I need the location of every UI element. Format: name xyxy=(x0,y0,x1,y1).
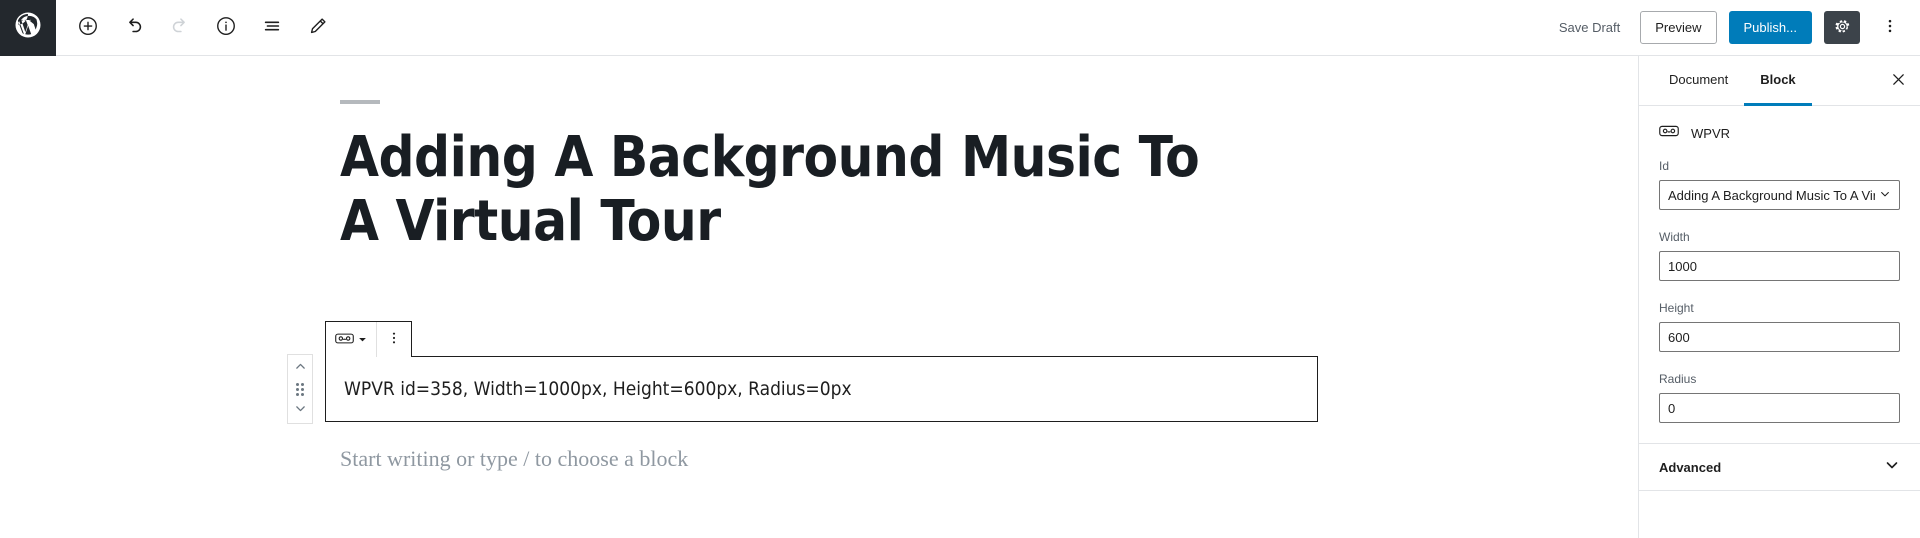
editor-canvas[interactable]: Adding A Background Music To A Virtual T… xyxy=(0,56,1638,538)
undo-icon xyxy=(123,15,145,40)
post-content: Adding A Background Music To A Virtual T… xyxy=(340,56,1340,254)
field-height: Height xyxy=(1659,301,1900,352)
block-type-switcher-button[interactable] xyxy=(326,322,376,357)
post-title[interactable]: Adding A Background Music To A Virtual T… xyxy=(340,126,1220,254)
wordpress-logo-icon xyxy=(13,10,43,45)
width-input[interactable] xyxy=(1659,251,1900,281)
redo-icon xyxy=(169,15,191,40)
vr-goggles-icon xyxy=(1659,124,1679,143)
kebab-menu-icon xyxy=(386,330,402,349)
topbar-actions: Save Draft Preview Publish... xyxy=(1551,10,1920,46)
editor-top-bar: Save Draft Preview Publish... xyxy=(0,0,1920,56)
chevron-down-icon xyxy=(1879,188,1891,203)
add-block-button[interactable] xyxy=(66,6,110,50)
id-select-value: Adding A Background Music To A Virtual T… xyxy=(1668,187,1875,203)
settings-sidebar: Document Block WPVR Id Adding A Backgrou… xyxy=(1638,56,1920,538)
list-view-button[interactable] xyxy=(250,6,294,50)
drag-handle-icon[interactable] xyxy=(296,382,304,396)
field-id-label: Id xyxy=(1659,159,1670,173)
tab-block[interactable]: Block xyxy=(1744,56,1812,106)
block-mover xyxy=(287,354,313,424)
wpvr-block[interactable]: WPVR id=358, Width=1000px, Height=600px,… xyxy=(325,356,1318,422)
vr-goggles-icon xyxy=(335,331,354,349)
move-down-button[interactable] xyxy=(288,400,312,420)
block-settings-panel: Id Adding A Background Music To A Virtua… xyxy=(1639,159,1920,443)
height-input[interactable] xyxy=(1659,322,1900,352)
editor-body: Adding A Background Music To A Virtual T… xyxy=(0,56,1920,538)
kebab-menu-icon xyxy=(1881,17,1899,38)
field-height-label: Height xyxy=(1659,301,1694,315)
block-info-card: WPVR xyxy=(1639,106,1920,159)
block-name-label: WPVR xyxy=(1691,126,1730,141)
edit-button[interactable] xyxy=(296,6,340,50)
field-width: Width xyxy=(1659,230,1900,281)
title-divider xyxy=(340,100,380,104)
id-select[interactable]: Adding A Background Music To A Virtual T… xyxy=(1659,180,1900,210)
undo-button[interactable] xyxy=(112,6,156,50)
pencil-icon xyxy=(307,15,329,40)
advanced-label: Advanced xyxy=(1659,459,1722,475)
empty-paragraph-placeholder[interactable]: Start writing or type / to choose a bloc… xyxy=(340,446,688,472)
preview-button[interactable]: Preview xyxy=(1640,11,1717,44)
list-view-icon xyxy=(261,15,283,40)
sidebar-tabs: Document Block xyxy=(1639,56,1920,106)
chevron-down-icon xyxy=(358,332,367,347)
chevron-down-icon xyxy=(294,402,307,418)
field-radius-label: Radius xyxy=(1659,372,1697,386)
chevron-up-icon xyxy=(294,360,307,376)
save-draft-button[interactable]: Save Draft xyxy=(1551,14,1628,41)
field-width-label: Width xyxy=(1659,230,1690,244)
more-options-button[interactable] xyxy=(1872,10,1908,46)
wordpress-logo-button[interactable] xyxy=(0,0,56,56)
settings-toggle-button[interactable] xyxy=(1824,11,1860,44)
block-toolbar xyxy=(325,321,412,357)
info-circle-icon xyxy=(215,15,237,40)
field-id: Id Adding A Background Music To A Virtua… xyxy=(1659,159,1900,210)
block-more-options-button[interactable] xyxy=(376,322,411,357)
advanced-panel-toggle[interactable]: Advanced xyxy=(1639,443,1920,491)
wpvr-block-text: WPVR id=358, Width=1000px, Height=600px,… xyxy=(344,378,852,400)
close-sidebar-button[interactable] xyxy=(1876,56,1920,105)
move-up-button[interactable] xyxy=(288,358,312,378)
tab-document[interactable]: Document xyxy=(1653,56,1744,106)
plus-circle-icon xyxy=(77,15,99,40)
gear-icon xyxy=(1833,17,1852,39)
publish-button[interactable]: Publish... xyxy=(1728,11,1812,44)
radius-input[interactable] xyxy=(1659,393,1900,423)
chevron-down-icon xyxy=(1884,457,1900,478)
details-button[interactable] xyxy=(204,6,248,50)
close-icon xyxy=(1891,72,1906,90)
redo-button[interactable] xyxy=(158,6,202,50)
field-radius: Radius xyxy=(1659,372,1900,423)
editor-tools-group xyxy=(56,6,340,50)
